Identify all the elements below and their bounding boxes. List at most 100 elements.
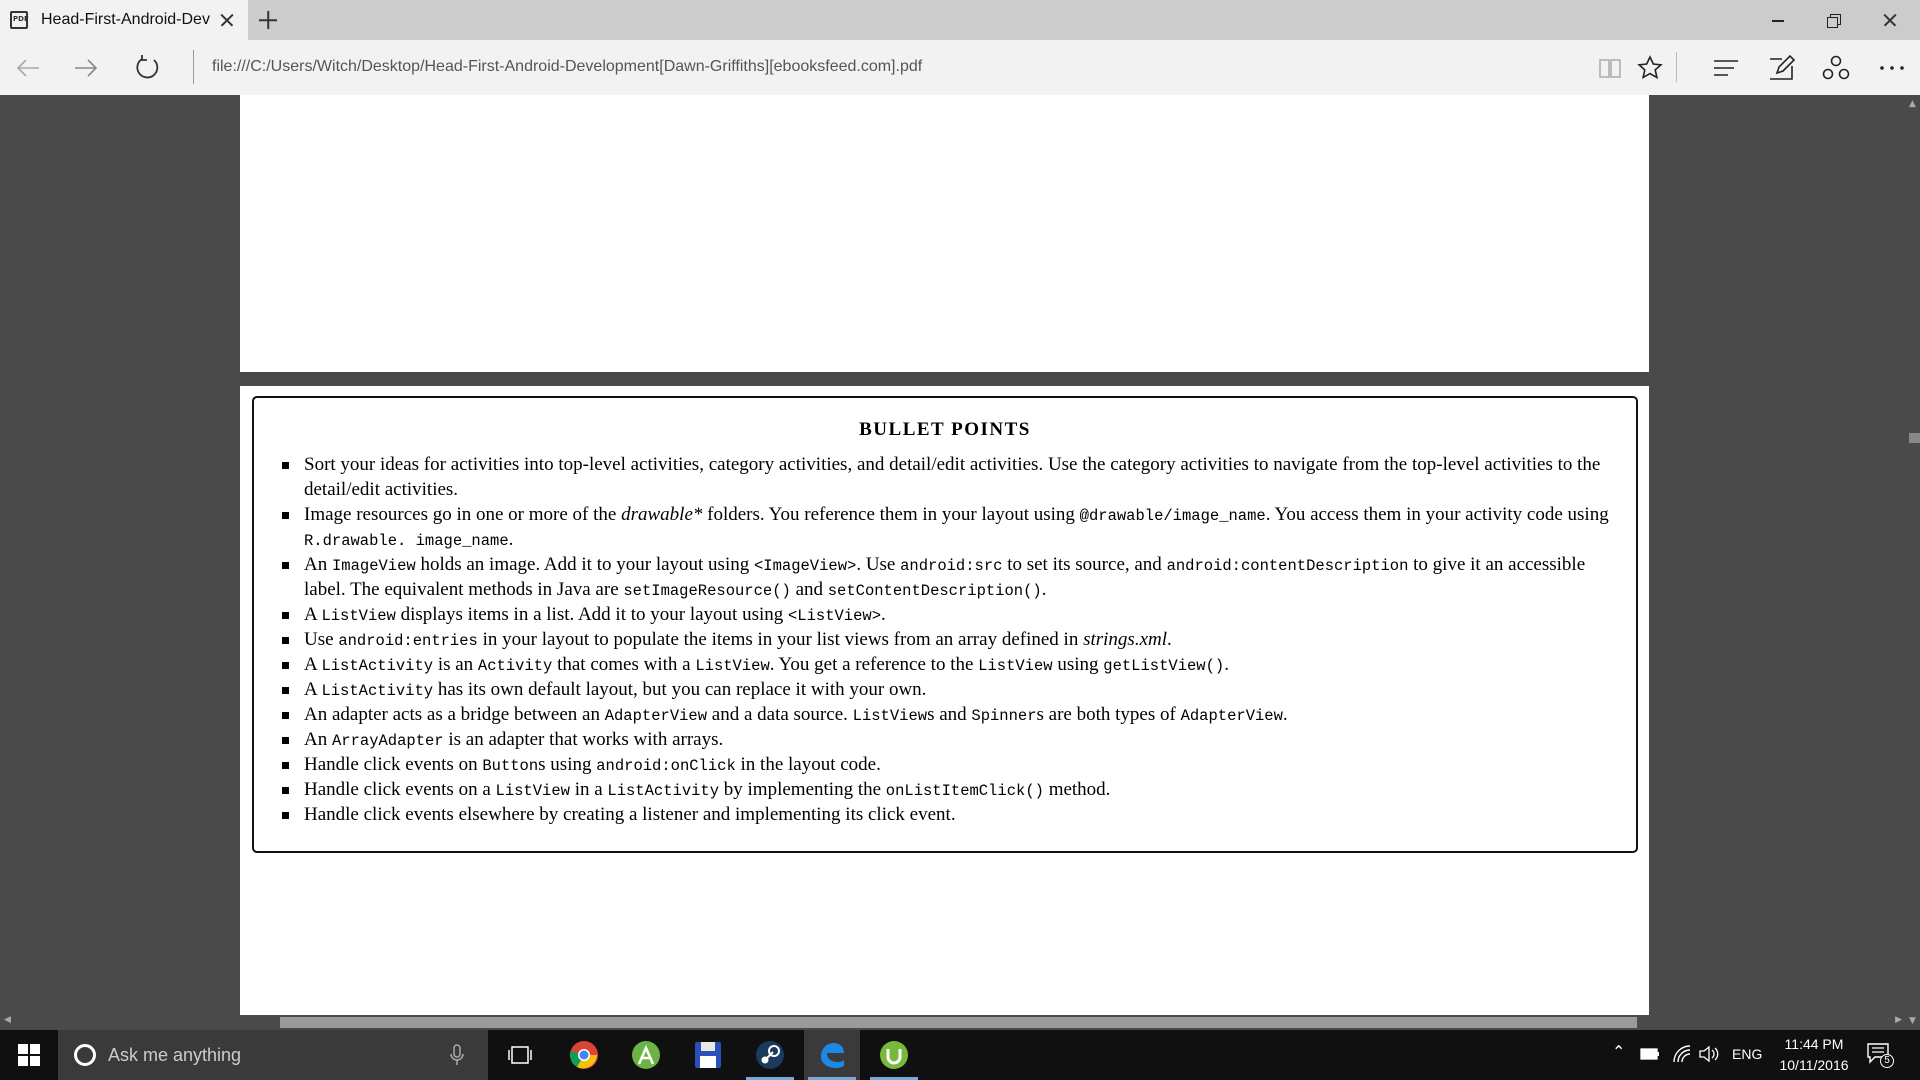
edge-app[interactable] <box>804 1030 860 1080</box>
cortana-search[interactable]: Ask me anything <box>58 1030 488 1080</box>
code-text: ListView <box>321 607 396 625</box>
utorrent-icon <box>880 1041 908 1069</box>
edge-icon <box>821 1043 844 1068</box>
italic-text: strings.xml <box>1083 629 1168 650</box>
pdf-page <box>240 95 1649 372</box>
italic-text: drawable* <box>621 504 703 525</box>
horizontal-scrollbar[interactable]: ◀ ▶ <box>0 1015 1906 1030</box>
code-text: ListView <box>978 657 1053 675</box>
start-button[interactable] <box>0 1030 58 1080</box>
hub-button[interactable] <box>1710 52 1742 84</box>
bullet-item: An adapter acts as a bridge between an A… <box>282 702 1620 727</box>
action-center-button[interactable]: 5 <box>1866 1042 1896 1070</box>
refresh-button[interactable] <box>132 52 164 84</box>
clock-date[interactable]: 10/11/2016 <box>1772 1057 1856 1073</box>
utorrent-app[interactable] <box>866 1030 922 1080</box>
code-text: onListItemClick() <box>885 782 1044 800</box>
tab-bar: PDF Head-First-Android-Dev <box>0 0 1920 40</box>
battery-icon[interactable] <box>1640 1048 1660 1060</box>
hub-icon <box>1714 60 1738 76</box>
bullet-text: Handle click events on a <box>304 779 496 800</box>
language-indicator[interactable]: ENG <box>1732 1046 1762 1062</box>
back-button[interactable] <box>12 52 44 84</box>
share-button[interactable] <box>1820 52 1852 84</box>
bullet-text: . Use <box>856 554 901 575</box>
bullet-text: A <box>304 654 322 675</box>
browser-tab[interactable]: PDF Head-First-Android-Dev <box>0 0 248 40</box>
code-text: <ListView> <box>788 607 882 625</box>
bullet-item: Use android:entries in your layout to po… <box>282 627 1620 652</box>
bullet-text: is an adapter that works with arrays. <box>443 729 724 750</box>
pdf-viewer[interactable]: BULLET POINTS Sort your ideas for activi… <box>0 95 1920 1030</box>
bullet-points-box: BULLET POINTS Sort your ideas for activi… <box>252 396 1638 853</box>
code-text: android:entries <box>338 632 478 650</box>
code-text: android:onClick <box>596 757 736 775</box>
scrollbar-thumb[interactable] <box>280 1017 1637 1028</box>
scroll-right-icon[interactable]: ▶ <box>1895 1015 1902 1025</box>
bullet-text: An adapter acts as a bridge between an <box>304 704 605 725</box>
box-title: BULLET POINTS <box>859 419 1031 440</box>
arrow-right-icon <box>75 59 98 77</box>
code-text: ListActivity <box>321 657 434 675</box>
bullet-text: in a <box>569 779 608 800</box>
bullet-item: An ArrayAdapter is an adapter that works… <box>282 727 1620 752</box>
arrow-left-icon <box>16 59 39 77</box>
restore-button[interactable] <box>1806 0 1862 40</box>
bullet-item: Handle click events on Buttons using and… <box>282 752 1620 777</box>
floppy-disk-icon <box>695 1042 721 1068</box>
microphone-icon[interactable] <box>450 1044 464 1066</box>
chevron-up-icon[interactable]: ⌃ <box>1612 1042 1625 1061</box>
toolbar-divider <box>1676 52 1677 82</box>
notification-badge: 5 <box>1880 1054 1894 1068</box>
volume-icon[interactable] <box>1698 1045 1720 1063</box>
taskbar: Ask me anything ⌃ ENG 11:44 PM 10/11/201… <box>0 1030 1920 1080</box>
bullet-item: An ImageView holds an image. Add it to y… <box>282 552 1620 602</box>
task-view-icon <box>508 1046 532 1064</box>
code-text: AdapterView <box>604 707 708 725</box>
more-button[interactable] <box>1876 52 1908 84</box>
code-text: ListView <box>495 782 570 800</box>
chrome-app[interactable] <box>556 1030 612 1080</box>
bullet-text: . <box>1282 704 1288 725</box>
steam-app[interactable] <box>742 1030 798 1080</box>
bullet-list: Sort your ideas for activities into top-… <box>282 452 1620 827</box>
minimize-button[interactable] <box>1750 0 1806 40</box>
bullet-text: to set its source, and <box>1002 554 1167 575</box>
forward-button[interactable] <box>70 52 102 84</box>
bullet-text: Use <box>304 629 339 650</box>
bullet-text: An <box>304 554 332 575</box>
new-tab-button[interactable] <box>254 6 282 34</box>
bullet-item: A ListActivity is an Activity that comes… <box>282 652 1620 677</box>
code-text: Button <box>482 757 539 775</box>
reading-view-button[interactable] <box>1594 52 1626 84</box>
refresh-icon <box>136 55 159 79</box>
scroll-left-icon[interactable]: ◀ <box>4 1015 11 1025</box>
bullet-text: . <box>881 604 886 625</box>
bullet-text: s and <box>927 704 972 725</box>
web-note-button[interactable] <box>1765 52 1797 84</box>
more-dots-icon <box>1880 66 1904 70</box>
task-view-button[interactable] <box>492 1030 548 1080</box>
code-text: ImageView <box>331 557 416 575</box>
bullet-text: in your layout to populate the items in … <box>477 629 1084 650</box>
address-bar[interactable]: file:///C:/Users/Witch/Desktop/Head-Firs… <box>212 58 922 76</box>
code-text: setImageResource() <box>623 582 791 600</box>
close-tab-icon[interactable] <box>213 6 241 34</box>
code-text: R.drawable. image_name <box>304 532 509 550</box>
favorite-button[interactable] <box>1634 52 1666 84</box>
scrollbar-thumb[interactable] <box>1909 433 1920 443</box>
pen-note-icon <box>1770 54 1795 80</box>
wifi-icon[interactable] <box>1672 1044 1692 1064</box>
bullet-text: s using <box>538 754 597 775</box>
floppy-app[interactable] <box>680 1030 736 1080</box>
scroll-up-icon[interactable]: ▲ <box>1909 99 1916 109</box>
scroll-down-icon[interactable]: ▼ <box>1909 1016 1916 1026</box>
code-text: <ImageView> <box>753 557 857 575</box>
vertical-scrollbar[interactable]: ▲ ▼ <box>1906 95 1920 1030</box>
android-studio-app[interactable] <box>618 1030 674 1080</box>
tab-title: Head-First-Android-Dev <box>41 11 210 28</box>
clock-time[interactable]: 11:44 PM <box>1782 1036 1846 1052</box>
close-window-button[interactable] <box>1862 0 1918 40</box>
code-text: android:contentDescription <box>1166 557 1409 575</box>
code-text: Spinner <box>971 707 1037 725</box>
